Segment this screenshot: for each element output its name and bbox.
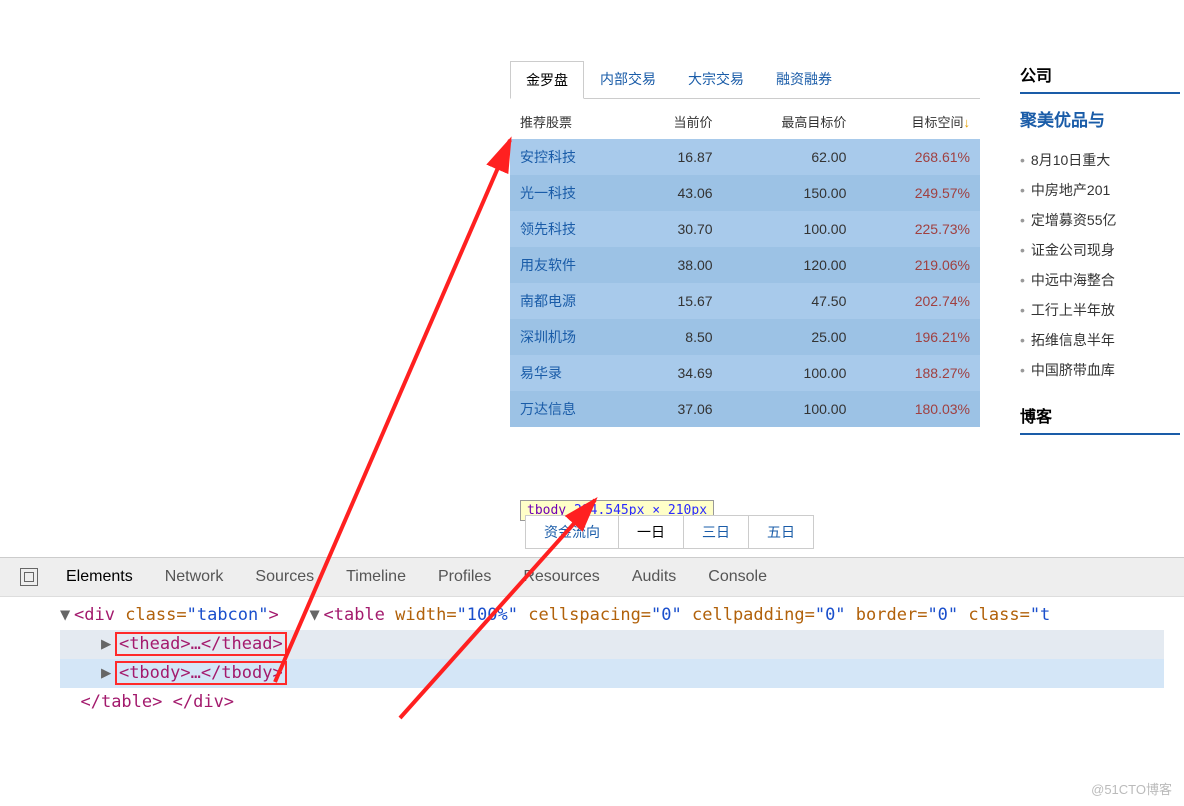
- news-item[interactable]: 中房地产201: [1020, 175, 1180, 205]
- table-row: 万达信息37.06100.00180.03%: [510, 391, 980, 427]
- table-row: 用友软件38.00120.00219.06%: [510, 247, 980, 283]
- tab-fund-flow[interactable]: 资金流向: [526, 516, 619, 548]
- devtab-network[interactable]: Network: [149, 564, 240, 590]
- tab-margin[interactable]: 融资融券: [760, 60, 848, 98]
- table-row: 易华录34.69100.00188.27%: [510, 355, 980, 391]
- devtab-profiles[interactable]: Profiles: [422, 564, 507, 590]
- stock-name[interactable]: 安控科技: [510, 139, 630, 175]
- stock-name[interactable]: 南都电源: [510, 283, 630, 319]
- col-target: 最高目标价: [723, 104, 857, 139]
- fund-flow-tabs: 资金流向 一日 三日 五日: [525, 515, 814, 549]
- elements-tree[interactable]: ▼<div class="tabcon"> ▼<table width="100…: [0, 597, 1184, 727]
- news-item[interactable]: 定增募资55亿: [1020, 205, 1180, 235]
- sidebar: 公司 聚美优品与 8月10日重大 中房地产201 定增募资55亿 证金公司现身 …: [1020, 62, 1180, 445]
- devtab-audits[interactable]: Audits: [616, 564, 692, 590]
- devtools-panel: Elements Network Sources Timeline Profil…: [0, 557, 1184, 727]
- code-line-tbody[interactable]: ▶<tbody>…</tbody>: [60, 659, 1164, 688]
- code-line[interactable]: </div>: [173, 692, 234, 712]
- news-item[interactable]: 拓维信息半年: [1020, 325, 1180, 355]
- stock-table: 推荐股票 当前价 最高目标价 目标空间↓ 安控科技16.8762.00268.6…: [510, 104, 980, 427]
- tab-compass[interactable]: 金罗盘: [510, 61, 584, 99]
- table-row: 南都电源15.6747.50202.74%: [510, 283, 980, 319]
- stock-name[interactable]: 领先科技: [510, 211, 630, 247]
- tab-five-day[interactable]: 五日: [749, 516, 813, 548]
- code-line[interactable]: ▼<div class="tabcon">: [60, 605, 279, 625]
- code-line[interactable]: </table>: [60, 692, 162, 712]
- stock-name[interactable]: 易华录: [510, 355, 630, 391]
- tab-bulk[interactable]: 大宗交易: [672, 60, 760, 98]
- devtab-timeline[interactable]: Timeline: [330, 564, 422, 590]
- devtab-elements[interactable]: Elements: [50, 564, 149, 590]
- code-line[interactable]: ▼<table width="100%" cellspacing="0" cel…: [289, 605, 1050, 625]
- table-row: 领先科技30.70100.00225.73%: [510, 211, 980, 247]
- top-tabs: 金罗盘 内部交易 大宗交易 融资融券: [510, 60, 980, 99]
- devtab-resources[interactable]: Resources: [507, 564, 615, 590]
- stock-tbody: 安控科技16.8762.00268.61% 光一科技43.06150.00249…: [510, 139, 980, 427]
- sidebar-title-blog: 博客: [1020, 403, 1180, 435]
- stock-name[interactable]: 万达信息: [510, 391, 630, 427]
- news-item[interactable]: 证金公司现身: [1020, 235, 1180, 265]
- stock-name[interactable]: 用友软件: [510, 247, 630, 283]
- col-stock: 推荐股票: [510, 104, 630, 139]
- inspect-element-icon[interactable]: [20, 568, 38, 586]
- watermark: @51CTO博客: [1091, 779, 1172, 798]
- tab-insider[interactable]: 内部交易: [584, 60, 672, 98]
- news-item[interactable]: 8月10日重大: [1020, 145, 1180, 175]
- news-item[interactable]: 中远中海整合: [1020, 265, 1180, 295]
- table-row: 光一科技43.06150.00249.57%: [510, 175, 980, 211]
- devtab-console[interactable]: Console: [692, 564, 783, 590]
- news-item[interactable]: 工行上半年放: [1020, 295, 1180, 325]
- news-item[interactable]: 中国脐带血库: [1020, 355, 1180, 385]
- sort-down-icon: ↓: [964, 115, 971, 130]
- tab-one-day[interactable]: 一日: [619, 516, 684, 548]
- stock-name[interactable]: 光一科技: [510, 175, 630, 211]
- code-line-thead[interactable]: ▶<thead>…</thead>: [60, 630, 1164, 659]
- sidebar-headline[interactable]: 聚美优品与: [1020, 106, 1180, 131]
- sidebar-title-company: 公司: [1020, 62, 1180, 94]
- table-row: 深圳机场8.5025.00196.21%: [510, 319, 980, 355]
- tab-three-day[interactable]: 三日: [684, 516, 749, 548]
- table-row: 安控科技16.8762.00268.61%: [510, 139, 980, 175]
- col-price: 当前价: [630, 104, 723, 139]
- col-space[interactable]: 目标空间↓: [856, 104, 980, 139]
- stock-name[interactable]: 深圳机场: [510, 319, 630, 355]
- devtab-sources[interactable]: Sources: [239, 564, 330, 590]
